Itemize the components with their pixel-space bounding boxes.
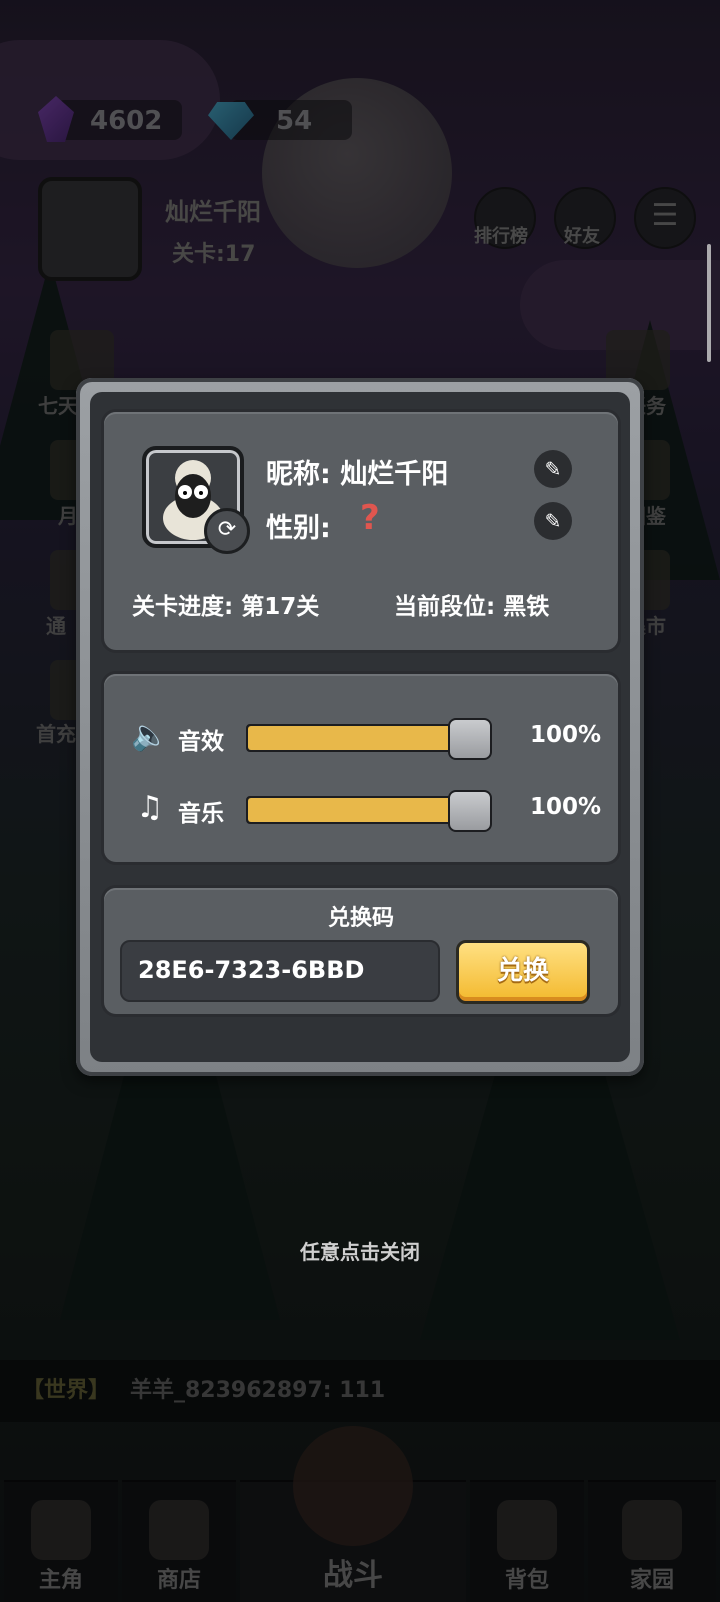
music-row: ♫ 音乐 100%: [130, 788, 610, 832]
music-note-icon: ♫: [136, 790, 164, 825]
edit-gender-icon[interactable]: ✎: [534, 502, 572, 540]
profile-settings-dialog: ⟳ 昵称: 灿烂千阳 ✎ 性别: ? ✎ 关卡进度: 第17关 当前段位: 黑铁…: [76, 378, 644, 1076]
music-slider-thumb[interactable]: [448, 790, 492, 832]
profile-panel: ⟳ 昵称: 灿烂千阳 ✎ 性别: ? ✎ 关卡进度: 第17关 当前段位: 黑铁: [104, 412, 618, 650]
sound-slider-thumb[interactable]: [448, 718, 492, 760]
music-value: 100%: [530, 794, 602, 820]
redeem-button[interactable]: 兑换: [456, 940, 590, 1004]
redeem-code-title: 兑换码: [327, 906, 394, 931]
sound-effect-label: 音效: [178, 729, 224, 755]
music-slider[interactable]: [246, 790, 492, 832]
tap-to-close-hint: 任意点击关闭: [300, 1240, 420, 1264]
sound-effect-value: 100%: [530, 722, 602, 748]
gender-label: 性别:: [266, 513, 331, 544]
redeem-code-input[interactable]: 28E6-7323-6BBD: [120, 940, 440, 1002]
level-progress: 关卡进度: 第17关: [132, 594, 320, 620]
speaker-icon: 🔈: [131, 718, 169, 753]
music-label: 音乐: [178, 801, 224, 827]
nickname-label: 昵称: 灿烂千阳: [266, 459, 449, 490]
change-avatar-icon[interactable]: ⟳: [204, 508, 250, 554]
gender-unknown-icon: ?: [360, 498, 380, 538]
audio-settings-panel: 🔈 音效 100% ♫ 音乐 100%: [104, 674, 618, 862]
redeem-code-panel: 兑换码 28E6-7323-6BBD 兑换: [104, 888, 618, 1014]
edit-nickname-icon[interactable]: ✎: [534, 450, 572, 488]
current-rank: 当前段位: 黑铁: [394, 594, 550, 620]
sound-effect-row: 🔈 音效 100%: [130, 716, 610, 760]
redeem-code-value: 28E6-7323-6BBD: [138, 956, 365, 984]
scrollbar: [707, 244, 711, 362]
sound-effect-slider[interactable]: [246, 718, 492, 760]
music-slider-fill: [248, 798, 468, 822]
sound-slider-fill: [248, 726, 468, 750]
